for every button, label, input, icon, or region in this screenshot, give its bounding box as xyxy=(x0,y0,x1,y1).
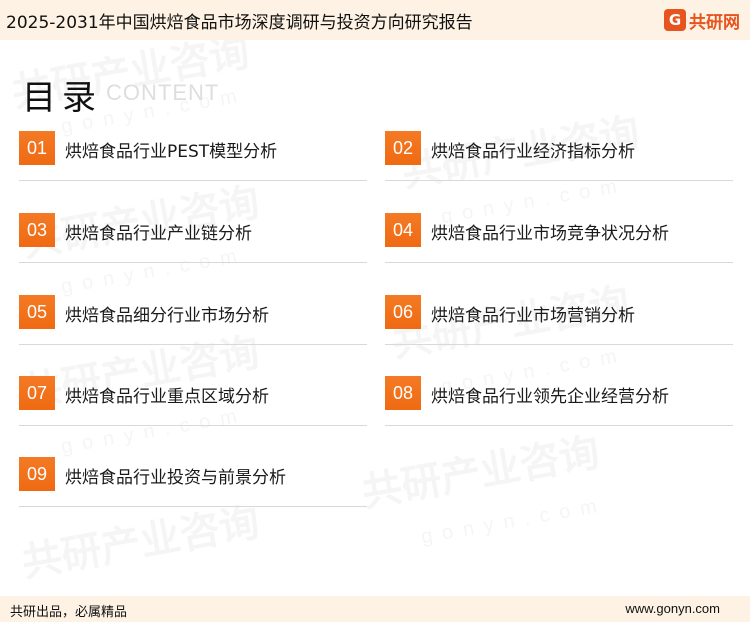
toc-number-badge: 06 xyxy=(385,295,421,329)
toc-label: 烘焙食品行业产业链分析 xyxy=(65,224,252,244)
footer-url: www.gonyn.com xyxy=(625,601,720,616)
toc-item[interactable]: 09 烘焙食品行业投资与前景分析 xyxy=(19,457,367,507)
toc-number-badge: 02 xyxy=(385,131,421,165)
toc-number-badge: 04 xyxy=(385,213,421,247)
toc-label: 烘焙食品行业重点区域分析 xyxy=(65,387,269,407)
toc-label: 烘焙食品行业市场竞争状况分析 xyxy=(431,224,669,244)
toc-label: 烘焙食品行业市场营销分析 xyxy=(431,306,635,326)
toc-label: 烘焙食品行业经济指标分析 xyxy=(431,142,635,162)
toc-number-badge: 03 xyxy=(19,213,55,247)
toc-item[interactable]: 06 烘焙食品行业市场营销分析 xyxy=(385,295,733,345)
toc-item[interactable]: 08 烘焙食品行业领先企业经营分析 xyxy=(385,376,733,426)
toc-item[interactable]: 05 烘焙食品细分行业市场分析 xyxy=(19,295,367,345)
section-subheading: CONTENT xyxy=(106,80,220,105)
footer-bar: 共研出品，必属精品 www.gonyn.com xyxy=(0,596,750,622)
brand-logo-icon: G xyxy=(664,9,686,31)
toc-number-badge: 08 xyxy=(385,376,421,410)
header-bar: 2025-2031年中国烘焙食品市场深度调研与投资方向研究报告 G 共研网 xyxy=(0,0,750,40)
footer-slogan: 共研出品，必属精品 xyxy=(10,605,128,620)
toc-number-badge: 09 xyxy=(19,457,55,491)
toc-item[interactable]: 03 烘焙食品行业产业链分析 xyxy=(19,213,367,263)
toc-number-badge: 05 xyxy=(19,295,55,329)
toc-item[interactable]: 02 烘焙食品行业经济指标分析 xyxy=(385,131,733,181)
toc-item[interactable]: 01 烘焙食品行业PEST模型分析 xyxy=(19,131,367,181)
document-title: 2025-2031年中国烘焙食品市场深度调研与投资方向研究报告 xyxy=(6,13,473,33)
brand-name: 共研网 xyxy=(689,12,740,33)
toc-label: 烘焙食品行业领先企业经营分析 xyxy=(431,387,669,407)
brand-logo: G 共研网 xyxy=(664,7,740,33)
toc-item[interactable]: 07 烘焙食品行业重点区域分析 xyxy=(19,376,367,426)
watermark-url: gonyn.com xyxy=(419,493,609,549)
toc-number-badge: 01 xyxy=(19,131,55,165)
watermark: 共研产业咨询 xyxy=(358,429,603,517)
toc-label: 烘焙食品细分行业市场分析 xyxy=(65,306,269,326)
section-heading: 目录 xyxy=(22,78,102,118)
toc-label: 烘焙食品行业投资与前景分析 xyxy=(65,468,286,488)
toc-item[interactable]: 04 烘焙食品行业市场竞争状况分析 xyxy=(385,213,733,263)
toc-label: 烘焙食品行业PEST模型分析 xyxy=(65,142,278,162)
toc-number-badge: 07 xyxy=(19,376,55,410)
